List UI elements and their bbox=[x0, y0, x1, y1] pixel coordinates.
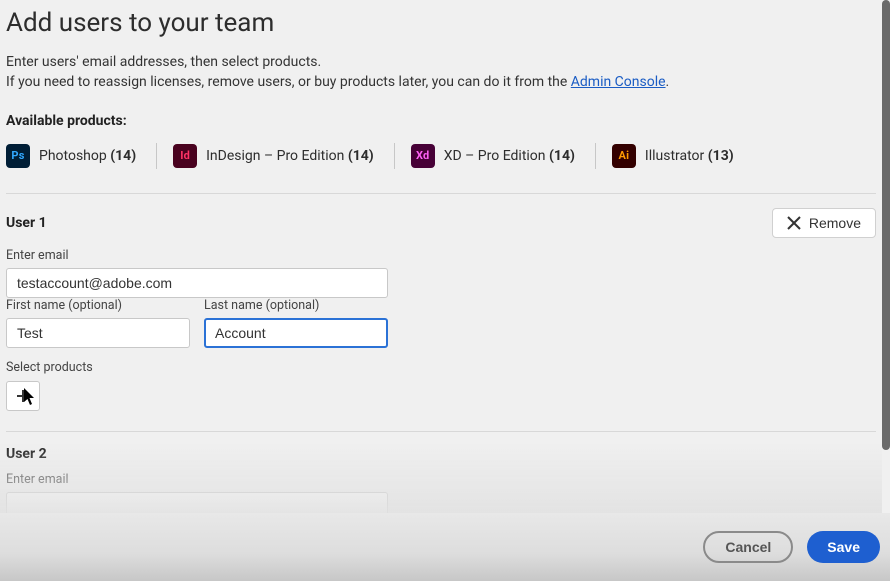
divider bbox=[6, 193, 876, 194]
remove-label: Remove bbox=[809, 215, 861, 231]
intro-line2: If you need to reassign licenses, remove… bbox=[6, 72, 876, 92]
user2-title: User 2 bbox=[6, 446, 47, 462]
scroll-area[interactable]: Add users to your team Enter users' emai… bbox=[0, 0, 882, 521]
separator bbox=[394, 143, 395, 169]
remove-user-button[interactable]: Remove bbox=[772, 208, 876, 238]
cancel-button[interactable]: Cancel bbox=[703, 531, 793, 563]
products-row: Ps Photoshop (14) Id InDesign – Pro Edit… bbox=[6, 143, 876, 169]
intro-text: Enter users' email addresses, then selec… bbox=[6, 52, 876, 93]
photoshop-icon: Ps bbox=[6, 144, 30, 168]
product-name: XD – Pro Edition (14) bbox=[444, 148, 575, 164]
plus-icon bbox=[16, 389, 30, 403]
add-product-button[interactable] bbox=[6, 381, 40, 411]
select-products-label: Select products bbox=[6, 360, 876, 375]
admin-console-link[interactable]: Admin Console bbox=[571, 74, 666, 90]
scrollbar-track[interactable] bbox=[882, 0, 890, 505]
product-name: Photoshop (14) bbox=[39, 148, 136, 164]
xd-icon: Xd bbox=[411, 144, 435, 168]
product-name: Illustrator (13) bbox=[645, 148, 734, 164]
scrollbar-thumb[interactable] bbox=[882, 0, 890, 450]
user-block-2: User 2 Enter email bbox=[6, 446, 876, 521]
intro-line1: Enter users' email addresses, then selec… bbox=[6, 52, 876, 72]
separator bbox=[595, 143, 596, 169]
email-label: Enter email bbox=[6, 248, 388, 263]
first-name-input[interactable] bbox=[6, 318, 190, 348]
product-name: InDesign – Pro Edition (14) bbox=[206, 148, 374, 164]
footer: Cancel Save bbox=[0, 513, 890, 581]
available-products-label: Available products: bbox=[6, 113, 876, 129]
email-input[interactable] bbox=[6, 268, 388, 298]
separator bbox=[156, 143, 157, 169]
last-name-label: Last name (optional) bbox=[204, 298, 388, 313]
user1-title: User 1 bbox=[6, 215, 47, 231]
first-name-label: First name (optional) bbox=[6, 298, 190, 313]
product-illustrator: Ai Illustrator (13) bbox=[612, 144, 752, 168]
product-photoshop: Ps Photoshop (14) bbox=[6, 144, 154, 168]
product-indesign: Id InDesign – Pro Edition (14) bbox=[173, 144, 392, 168]
user-block-1: User 1 Remove Enter email First name (op… bbox=[6, 208, 876, 411]
illustrator-icon: Ai bbox=[612, 144, 636, 168]
last-name-input[interactable] bbox=[204, 318, 388, 348]
close-icon bbox=[787, 216, 801, 230]
divider bbox=[6, 431, 876, 432]
save-button[interactable]: Save bbox=[807, 531, 880, 563]
page-title: Add users to your team bbox=[6, 8, 876, 38]
email-label: Enter email bbox=[6, 472, 388, 487]
product-xd: Xd XD – Pro Edition (14) bbox=[411, 144, 593, 168]
indesign-icon: Id bbox=[173, 144, 197, 168]
